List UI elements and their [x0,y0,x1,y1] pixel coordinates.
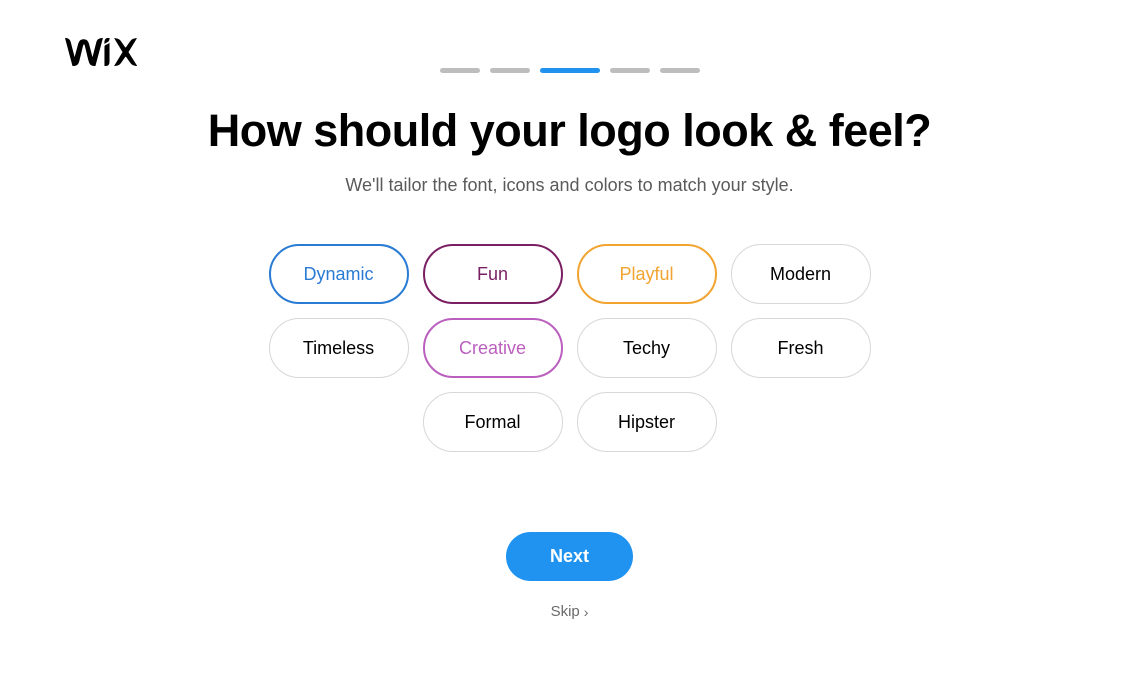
option-formal[interactable]: Formal [423,392,563,452]
skip-label: Skip [551,603,580,620]
progress-step-2 [490,68,530,73]
option-timeless[interactable]: Timeless [269,318,409,378]
next-button[interactable]: Next [506,532,633,581]
chevron-right-icon: › [584,605,589,619]
progress-step-1 [440,68,480,73]
progress-step-4 [610,68,650,73]
option-hipster[interactable]: Hipster [577,392,717,452]
option-fun[interactable]: Fun [423,244,563,304]
page-subtitle: We'll tailor the font, icons and colors … [0,175,1139,196]
page-title: How should your logo look & feel? [0,105,1139,157]
option-modern[interactable]: Modern [731,244,871,304]
option-techy[interactable]: Techy [577,318,717,378]
option-playful[interactable]: Playful [577,244,717,304]
style-options: Dynamic Fun Playful Modern Timeless Crea… [230,244,910,452]
skip-link[interactable]: Skip › [551,603,589,620]
option-dynamic[interactable]: Dynamic [269,244,409,304]
progress-step-5 [660,68,700,73]
option-fresh[interactable]: Fresh [731,318,871,378]
progress-bar [0,0,1139,73]
wix-logo [65,38,137,66]
progress-step-3 [540,68,600,73]
option-creative[interactable]: Creative [423,318,563,378]
